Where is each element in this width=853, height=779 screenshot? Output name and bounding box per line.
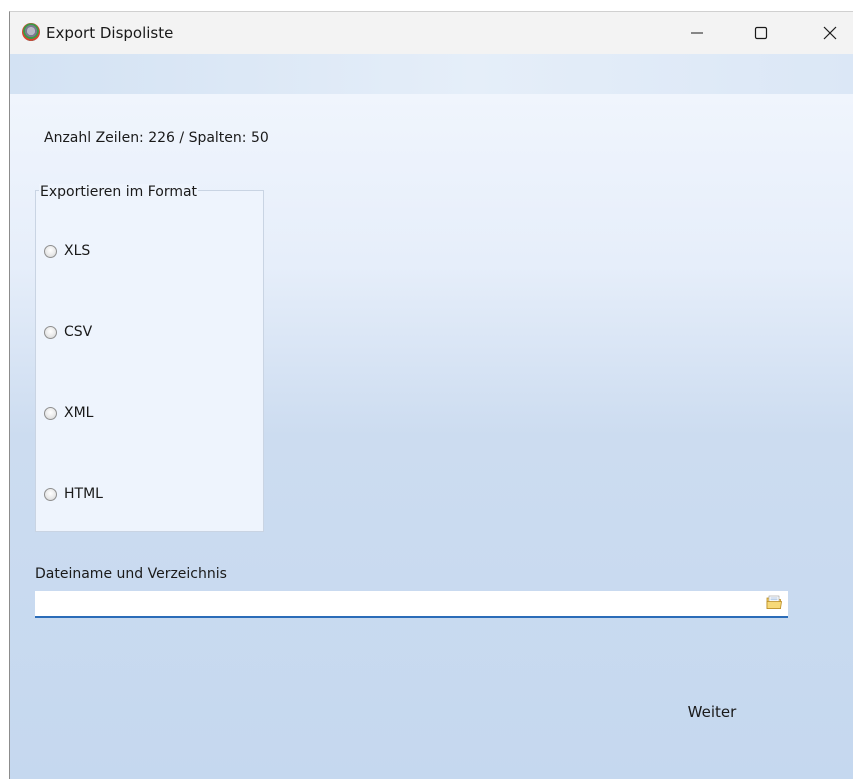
radio-label: XLS — [64, 243, 91, 259]
title-bar: Export Dispoliste — [10, 12, 853, 54]
file-path-input[interactable] — [35, 591, 755, 616]
radio-button[interactable] — [44, 325, 57, 339]
radio-button[interactable] — [44, 244, 57, 258]
maximize-button[interactable] — [738, 12, 784, 54]
next-button[interactable]: Weiter — [674, 698, 750, 726]
file-path-field — [35, 591, 788, 618]
radio-label: XML — [64, 405, 94, 421]
maximize-icon — [754, 26, 768, 40]
row-column-count: Anzahl Zeilen: 226 / Spalten: 50 — [44, 130, 269, 146]
dialog-content: Anzahl Zeilen: 226 / Spalten: 50 Exporti… — [10, 94, 853, 779]
export-dialog-window: Export Dispoliste Anzahl Zeilen: 226 / S… — [9, 11, 853, 779]
minimize-icon — [691, 32, 703, 34]
folder-icon[interactable] — [766, 595, 782, 610]
file-path-label: Dateiname und Verzeichnis — [35, 566, 227, 582]
format-option-csv[interactable]: CSV — [44, 324, 92, 340]
radio-label: CSV — [64, 324, 93, 340]
format-option-xml[interactable]: XML — [44, 405, 93, 421]
export-format-group: Exportieren im Format XLS CSV XML HTML — [35, 184, 264, 532]
app-logo-icon — [22, 23, 40, 41]
toolbar-strip — [10, 54, 853, 94]
radio-button[interactable] — [44, 487, 57, 501]
export-format-legend: Exportieren im Format — [39, 184, 199, 200]
close-button[interactable] — [807, 12, 853, 54]
window-title: Export Dispoliste — [46, 24, 174, 42]
format-option-xls[interactable]: XLS — [44, 243, 90, 259]
close-icon — [823, 26, 837, 40]
format-option-html[interactable]: HTML — [44, 486, 103, 502]
radio-button[interactable] — [44, 406, 57, 420]
minimize-button[interactable] — [674, 12, 720, 54]
radio-label: HTML — [64, 486, 103, 502]
